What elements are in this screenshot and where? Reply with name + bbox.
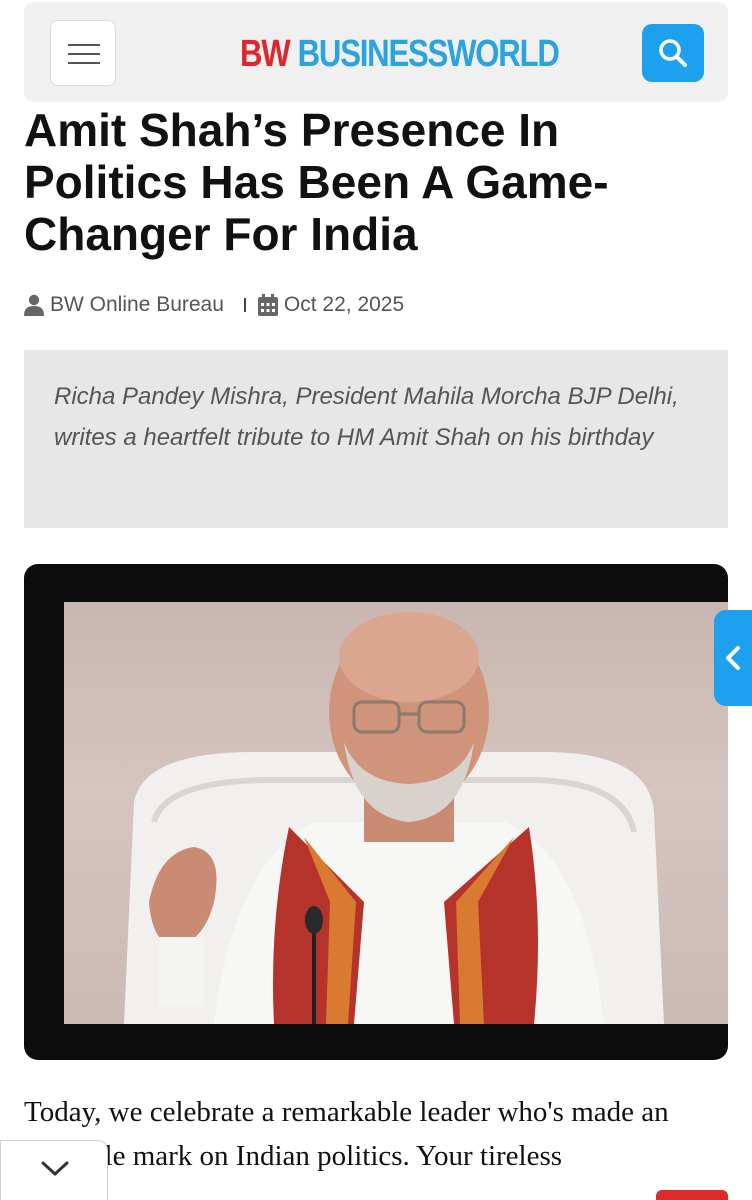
publish-date: Oct 22, 2025: [283, 293, 405, 316]
site-header: BW BUSINESSWORLD: [24, 2, 728, 102]
author-name[interactable]: BW Online Bureau: [50, 293, 224, 317]
article-title: Amit Shah’s Presence In Politics Has Bee…: [24, 104, 609, 260]
search-icon: [659, 39, 687, 67]
article-photo: [64, 602, 728, 1024]
logo-bw: BW: [240, 33, 291, 75]
site-logo[interactable]: BW BUSINESSWORLD: [240, 30, 560, 78]
article-image-frame: [24, 564, 728, 1060]
menu-button[interactable]: [50, 20, 116, 86]
article-meta: BW Online Bureau Oct 22, 2025: [24, 290, 404, 320]
hamburger-menu-icon: [68, 44, 100, 71]
article-body: Today, we celebrate a remarkable leader …: [24, 1096, 669, 1172]
portrait-illustration: [124, 612, 664, 1024]
meta-divider: [243, 298, 246, 312]
search-button[interactable]: [642, 24, 704, 82]
logo-name: BUSINESSWORLD: [297, 33, 560, 75]
chevron-left-icon: [726, 646, 740, 670]
summary-text: Richa Pandey Mishra, President Mahila Mo…: [54, 383, 679, 451]
article-summary: Richa Pandey Mishra, President Mahila Mo…: [24, 350, 728, 528]
collapse-button[interactable]: [0, 1140, 108, 1200]
side-drawer-toggle[interactable]: [714, 610, 752, 706]
user-icon: [24, 294, 44, 316]
calendar-icon: [257, 294, 278, 316]
bottom-ad-chip[interactable]: [656, 1190, 728, 1200]
chevron-down-icon: [41, 1161, 69, 1176]
